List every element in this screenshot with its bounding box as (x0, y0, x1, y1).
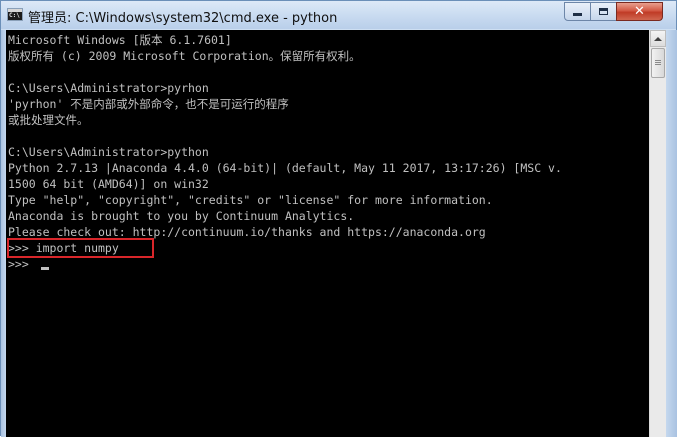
console-output[interactable]: Microsoft Windows [版本 6.1.7601] 版权所有 (c)… (6, 30, 649, 437)
vertical-scrollbar[interactable] (649, 30, 666, 437)
console-line: 'pyrhon' 不是内部或外部命令，也不是可运行的程序 (8, 97, 289, 111)
console-line: Python 2.7.13 |Anaconda 4.4.0 (64-bit)| … (8, 161, 562, 175)
arrow-up-icon (654, 36, 662, 41)
minimize-icon (573, 13, 582, 16)
console-line: Microsoft Windows [版本 6.1.7601] (8, 33, 232, 47)
highlight-annotation-box (7, 238, 154, 258)
scroll-up-button[interactable] (650, 30, 666, 47)
console-line: C:\Users\Administrator>pyrhon (8, 81, 209, 95)
close-icon: ✕ (634, 4, 645, 19)
cmd-window: C:\ 管理员: C:\Windows\system32\cmd.exe - p… (0, 0, 677, 437)
close-button[interactable]: ✕ (616, 2, 663, 21)
window-title: 管理员: C:\Windows\system32\cmd.exe - pytho… (28, 11, 338, 26)
cmd-icon-text: C:\ (9, 12, 20, 19)
maximize-button[interactable] (590, 2, 617, 21)
text-cursor (41, 267, 49, 270)
console-line: Anaconda is brought to you by Continuum … (8, 209, 355, 223)
scrollbar-thumb[interactable] (651, 48, 665, 78)
minimize-button[interactable] (564, 2, 591, 21)
console-line: 版权所有 (c) 2009 Microsoft Corporation。保留所有… (8, 49, 361, 63)
maximize-icon (599, 8, 608, 15)
console-line: Type "help", "copyright", "credits" or "… (8, 193, 493, 207)
console-prompt[interactable]: >>> (8, 256, 36, 272)
title-bar[interactable]: C:\ 管理员: C:\Windows\system32\cmd.exe - p… (1, 1, 676, 29)
cmd-icon[interactable]: C:\ (7, 8, 23, 21)
console-line: C:\Users\Administrator>python (8, 145, 209, 159)
console-line: 或批处理文件。 (8, 113, 89, 127)
console-line: 1500 64 bit (AMD64)] on win32 (8, 177, 209, 191)
window-frame-right (666, 30, 677, 437)
